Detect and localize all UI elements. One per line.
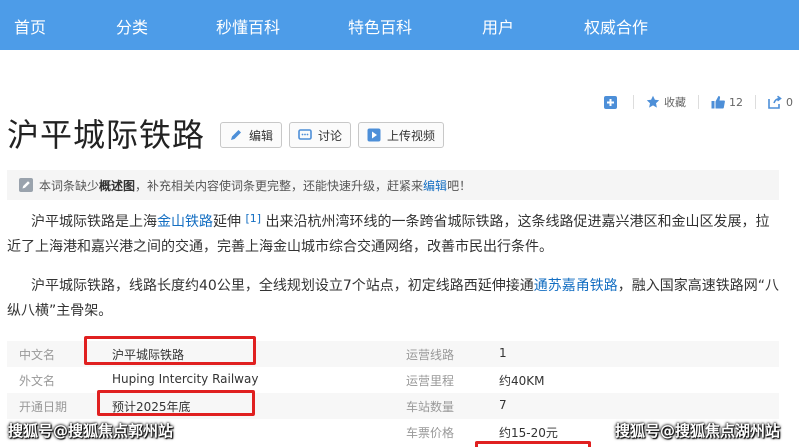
info-label: 中文名 (19, 348, 56, 362)
watermark: 搜狐号@搜狐焦点湖州站 (615, 422, 781, 440)
notice-bold: 概述图 (99, 178, 136, 193)
notice-text: 本词条缺少 (39, 178, 100, 193)
highlight-box (475, 441, 591, 447)
info-value: Huping Intercity Railway (112, 372, 259, 386)
discuss-button[interactable]: 讨论 (289, 122, 352, 148)
info-label: 运营线路 (406, 348, 455, 362)
link-tongsujiayong-railway[interactable]: 通苏嘉甬铁路 (534, 278, 618, 294)
pencil-icon (231, 130, 241, 140)
watermark: 搜狐号@搜狐焦点郭州站 (8, 422, 174, 440)
info-value: 1 (499, 346, 507, 360)
notice-bar: 本词条缺少 概述图 ，补充相关内容使词条更完整，还能快速升级，赶紧来 编辑 吧！ (7, 170, 779, 200)
info-value: 约40KM (499, 374, 545, 388)
info-label: 开通日期 (19, 400, 68, 414)
notice-text: 吧！ (447, 178, 472, 193)
info-value: 约15-20元 (499, 426, 558, 440)
info-label: 车票价格 (406, 426, 455, 440)
info-label: 外文名 (19, 374, 56, 388)
link-jinshan-railway[interactable]: 金山铁路 (157, 214, 213, 230)
favorite-label: 收藏 (664, 96, 686, 109)
add-button[interactable] (604, 95, 621, 109)
info-label: 运营里程 (406, 374, 455, 388)
info-value: 7 (499, 398, 507, 412)
nav-item-category[interactable]: 分类 (116, 14, 148, 38)
text: 沪平城际铁路是上海 (31, 214, 157, 230)
entry-actions: 收藏 12 0 (592, 94, 793, 110)
nav-item-featured[interactable]: 特色百科 (348, 14, 412, 38)
like-button[interactable]: 12 (711, 95, 743, 109)
paragraph: 沪平城际铁路是上海金山铁路延伸 [1] 出来沿杭州湾环线的一条跨省城际铁路，这条… (7, 210, 779, 260)
upload-video-button[interactable]: 上传视频 (358, 122, 445, 148)
play-icon (367, 128, 381, 142)
thumbs-up-icon (711, 96, 725, 109)
highlight-box (97, 390, 255, 416)
upload-video-label: 上传视频 (387, 128, 436, 143)
favorite-button[interactable]: 收藏 (646, 94, 686, 110)
plus-square-icon (604, 95, 617, 109)
divider (698, 95, 699, 109)
info-label: 车站数量 (406, 400, 455, 414)
edit-button[interactable]: 编辑 (220, 122, 283, 148)
nav-item-home[interactable]: 首页 (14, 14, 46, 38)
share-icon (768, 95, 782, 109)
edit-label: 编辑 (249, 128, 274, 143)
text: 沪平城际铁路，线路长度约40公里，全线规划设立7个站点，初定线路西延伸接通 (31, 278, 534, 294)
highlight-box (84, 336, 256, 365)
comment-icon (298, 129, 312, 140)
nav-item-user[interactable]: 用户 (482, 14, 514, 38)
star-icon (646, 95, 660, 108)
top-nav: 首页 分类 秒懂百科 特色百科 用户 权威合作 (0, 0, 799, 50)
like-count: 12 (729, 95, 743, 109)
pencil-badge-icon (19, 178, 33, 192)
reference-link[interactable]: [1] (245, 212, 261, 225)
nav-item-miaodong[interactable]: 秒懂百科 (216, 14, 280, 38)
nav-item-authority[interactable]: 权威合作 (584, 14, 648, 38)
discuss-label: 讨论 (318, 128, 343, 143)
divider (755, 95, 756, 109)
share-button[interactable]: 0 (768, 95, 793, 109)
notice-text: ，补充相关内容使词条更完整，还能快速升级，赶紧来 (135, 178, 424, 193)
text: 延伸 (213, 214, 246, 230)
divider (633, 95, 634, 109)
share-count: 0 (786, 95, 793, 109)
page-title: 沪平城际铁路 (7, 116, 206, 154)
paragraph: 沪平城际铁路，线路长度约40公里，全线规划设立7个站点，初定线路西延伸接通通苏嘉… (7, 274, 779, 324)
notice-edit-link[interactable]: 编辑 (423, 177, 447, 194)
